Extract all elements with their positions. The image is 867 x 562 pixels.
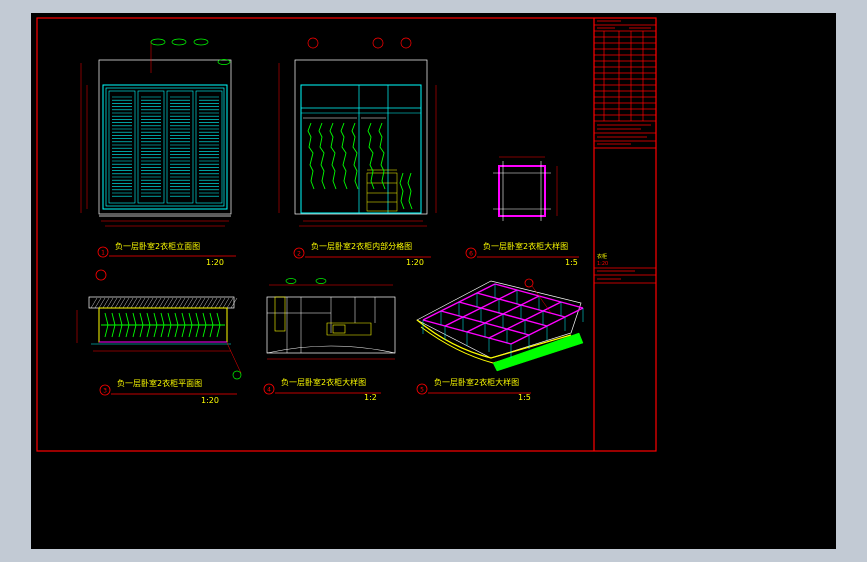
louver-door — [137, 90, 165, 204]
view4-number: 4 — [267, 387, 271, 394]
view1-scale: 1:20 — [206, 258, 224, 267]
view3-label: 3 负一层卧室2衣柜平面图 1:20 — [99, 378, 237, 405]
louver-door — [195, 90, 223, 204]
title-block-table — [593, 17, 657, 284]
view3-plan — [76, 269, 242, 380]
view6-number: 6 — [469, 251, 473, 258]
view5-title: 负一层卧室2衣柜大样图 — [434, 377, 519, 387]
view3-scale: 1:20 — [201, 396, 219, 405]
view2-label: 2 负一层卧室2衣柜内部分格图 1:20 — [293, 241, 431, 267]
view1-label: 1 负一层卧室2衣柜立面图 1:20 — [97, 241, 236, 267]
title-block-drawing-name: 衣柜 — [597, 253, 607, 260]
view2-number: 2 — [297, 251, 301, 258]
view5-label: 5 负一层卧室2衣柜大样图 1:5 — [416, 377, 531, 402]
cad-model-space[interactable]: 衣柜 1:20 1 负一层卧室2衣柜立面图 1:20 2 负一层卧室2衣柜内部分… — [31, 13, 836, 549]
cad-drawing: 衣柜 1:20 1 负一层卧室2衣柜立面图 1:20 2 负一层卧室2衣柜内部分… — [36, 17, 657, 452]
hanging-garment — [318, 122, 326, 190]
view3-title: 负一层卧室2衣柜平面图 — [117, 378, 202, 388]
title-block-scale: 1:20 — [597, 261, 608, 267]
view1-elevation — [80, 38, 232, 227]
view3-number: 3 — [103, 388, 107, 395]
view6-detail — [493, 156, 558, 221]
view6-scale: 1:5 — [565, 258, 578, 267]
hanging-garment — [407, 172, 413, 210]
hanging-garment — [340, 122, 348, 190]
view5-scale: 1:5 — [518, 393, 531, 402]
view4-detail — [266, 278, 396, 360]
view6-label: 6 负一层卧室2衣柜大样图 1:5 — [465, 241, 579, 267]
view2-scale: 1:20 — [406, 258, 424, 267]
view5-number: 5 — [420, 387, 424, 394]
louver-door — [108, 90, 136, 204]
view6-title: 负一层卧室2衣柜大样图 — [483, 241, 568, 251]
view2-title: 负一层卧室2衣柜内部分格图 — [311, 241, 412, 251]
view4-title: 负一层卧室2衣柜大样图 — [281, 377, 366, 387]
hanging-garment — [307, 122, 315, 190]
hanging-garment — [399, 172, 405, 210]
view2-interior — [278, 37, 437, 227]
hanging-garment — [367, 122, 375, 190]
view4-scale: 1:2 — [364, 393, 377, 402]
louver-door — [166, 90, 194, 204]
hanging-garment — [351, 122, 359, 190]
view4-label: 4 负一层卧室2衣柜大样图 1:2 — [263, 377, 381, 402]
hanging-garment — [329, 122, 337, 190]
view5-isometric — [416, 278, 584, 372]
hanging-garment — [378, 122, 386, 190]
view1-number: 1 — [101, 250, 105, 257]
view1-title: 负一层卧室2衣柜立面图 — [115, 241, 200, 251]
